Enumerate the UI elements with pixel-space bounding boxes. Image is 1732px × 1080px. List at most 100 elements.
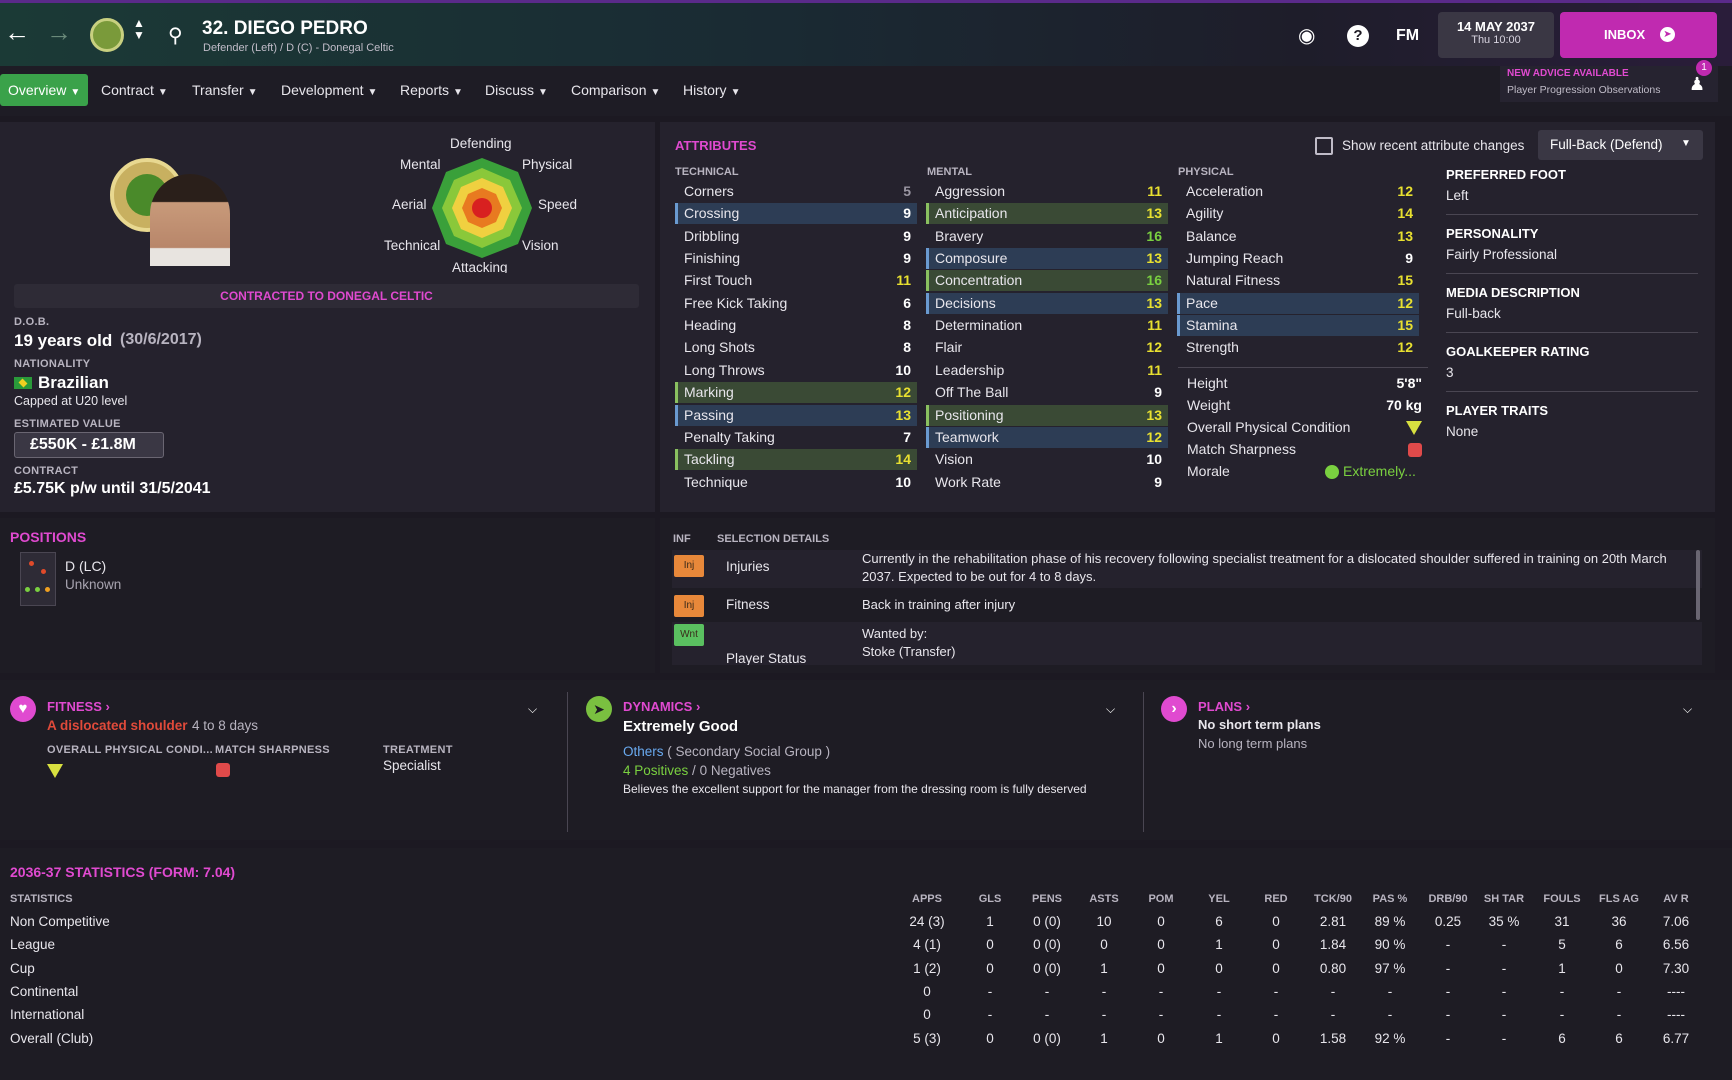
column-header[interactable]: ASTS [1084,893,1124,905]
table-cell: - [1559,983,1565,999]
attribute-row-mental[interactable]: Decisions 13 [926,292,1168,314]
forward-arrow-icon[interactable]: → [46,17,72,48]
attribute-value: 8 [903,317,911,334]
attribute-row-technical[interactable]: Finishing 9 [675,248,917,269]
table-cell: - [1158,983,1164,999]
tab-development[interactable]: Development ▼ [273,74,385,106]
date-box[interactable]: 14 MAY 2037 Thu 10:00 [1438,12,1554,58]
social-group-link[interactable]: Others [623,744,664,759]
attribute-row-mental[interactable]: Leadership 11 [926,360,1168,381]
attribute-row-technical[interactable]: Passing 13 [675,404,917,426]
column-header[interactable]: PAS % [1365,893,1415,905]
attribute-row-mental[interactable]: Teamwork 12 [926,426,1168,448]
attribute-row-technical[interactable]: Crossing 9 [675,203,917,225]
world-icon[interactable]: ◉ [1298,23,1315,48]
chevron-down-icon[interactable]: ⌵ [1683,702,1692,717]
tab-comparison[interactable]: Comparison ▼ [563,74,668,106]
table-cell: 0 [1157,1030,1165,1046]
player-switch-icon[interactable]: ▲ ▼ [133,17,145,41]
attribute-row-technical[interactable]: Tackling 14 [675,449,917,471]
attribute-row-technical[interactable]: Dribbling 9 [675,226,917,247]
search-icon[interactable]: ⚲ [168,23,183,48]
attribute-row-physical[interactable]: Natural Fitness 15 [1177,270,1419,291]
table-cell: 92 % [1374,1030,1406,1046]
column-header[interactable]: RED [1256,893,1296,905]
attribute-row-mental[interactable]: Anticipation 13 [926,203,1168,225]
show-changes-checkbox[interactable] [1315,137,1333,155]
attribute-row-physical[interactable]: Stamina 15 [1177,315,1419,337]
table-cell: 35 % [1488,914,1520,929]
attribute-row-mental[interactable]: Determination 11 [926,315,1168,336]
attribute-value: 7 [903,428,911,445]
column-header[interactable]: GLS [970,893,1010,905]
column-header[interactable]: POM [1141,893,1181,905]
role-dropdown[interactable]: Full-Back (Defend) ▼ [1538,130,1703,160]
attribute-row-physical[interactable]: Agility 14 [1177,203,1419,224]
chevron-down-icon[interactable]: ⌵ [1106,702,1115,717]
column-header[interactable]: SH TAR [1479,893,1529,905]
attribute-row-technical[interactable]: Corners 5 [675,181,917,202]
tab-transfer[interactable]: Transfer ▼ [184,74,266,106]
inbox-button[interactable]: INBOX ➤ [1560,12,1717,58]
statistics-title: 2036-37 STATISTICS (FORM: 7.04) [10,864,236,880]
dynamics-title[interactable]: DYNAMICS › [623,699,700,714]
attribute-row-mental[interactable]: Flair 12 [926,337,1168,358]
attribute-row-technical[interactable]: Long Shots 8 [675,337,917,358]
chevron-down-icon: ▼ [157,87,168,98]
attribute-row-physical[interactable]: Acceleration 12 [1177,181,1419,202]
tab-history[interactable]: History ▼ [675,74,748,106]
attribute-row-technical[interactable]: Penalty Taking 7 [675,427,917,448]
attribute-row-physical[interactable]: Balance 13 [1177,226,1419,247]
fitness-title[interactable]: FITNESS › [47,699,110,714]
column-header[interactable]: FOULS [1540,893,1585,905]
attribute-row-technical[interactable]: Technique 10 [675,472,917,493]
chevron-down-icon[interactable]: ⌵ [528,702,537,717]
attribute-value: 10 [895,473,911,490]
chevron-down-icon: ▼ [1681,138,1691,149]
tab-overview[interactable]: Overview ▼ [0,74,89,106]
attribute-row-technical[interactable]: Heading 8 [675,315,917,336]
attribute-row-mental[interactable]: Aggression 11 [926,181,1168,202]
table-cell: 0 [1157,960,1165,976]
dynamics-status: Extremely Good [623,718,739,735]
tab-reports[interactable]: Reports ▼ [392,74,471,106]
tab-discuss[interactable]: Discuss ▼ [477,74,556,106]
column-header[interactable]: STATISTICS [10,893,210,905]
back-arrow-icon[interactable]: ← [4,17,30,48]
fm-button[interactable]: FM [1396,27,1419,45]
attribute-row-technical[interactable]: Marking 12 [675,382,917,404]
attribute-row-mental[interactable]: Off The Ball 9 [926,382,1168,403]
sharpness-icon [1408,443,1422,457]
help-icon[interactable]: ? [1347,25,1369,47]
column-header[interactable]: PENS [1022,893,1072,905]
tab-contract[interactable]: Contract ▼ [93,74,176,106]
estimated-value[interactable]: £550K - £1.8M [14,432,164,458]
attribute-value: 12 [1146,339,1162,356]
sharpness-row: Match Sharpness [1178,439,1428,460]
dob-label: D.O.B. [14,316,50,328]
attribute-row-technical[interactable]: First Touch 11 [675,270,917,291]
attribute-row-mental[interactable]: Concentration 16 [926,270,1168,292]
column-header[interactable]: DRB/90 [1423,893,1473,905]
attribute-row-physical[interactable]: Jumping Reach 9 [1177,248,1419,269]
table-cell: 0 (0) [1033,960,1061,976]
attribute-row-mental[interactable]: Composure 13 [926,248,1168,270]
advice-notice[interactable]: NEW ADVICE AVAILABLE Player Progression … [1500,60,1718,102]
divider [567,692,568,832]
attribute-row-technical[interactable]: Free Kick Taking 6 [675,293,917,314]
attribute-row-physical[interactable]: Pace 12 [1177,292,1419,314]
attribute-row-mental[interactable]: Bravery 16 [926,226,1168,247]
attribute-row-technical[interactable]: Long Throws 10 [675,360,917,381]
column-header[interactable]: FLS AG [1597,893,1642,905]
column-header[interactable]: AV R [1654,893,1699,905]
column-header[interactable]: YEL [1199,893,1239,905]
attribute-row-physical[interactable]: Strength 12 [1177,337,1419,358]
attribute-row-mental[interactable]: Vision 10 [926,449,1168,470]
column-header[interactable]: APPS [897,893,957,905]
column-header[interactable]: TCK/90 [1308,893,1358,905]
plans-title[interactable]: PLANS › [1198,699,1250,714]
scrollbar[interactable] [1696,550,1700,620]
club-crest-icon[interactable] [90,18,124,52]
attribute-row-mental[interactable]: Positioning 13 [926,404,1168,426]
attribute-row-mental[interactable]: Work Rate 9 [926,472,1168,493]
